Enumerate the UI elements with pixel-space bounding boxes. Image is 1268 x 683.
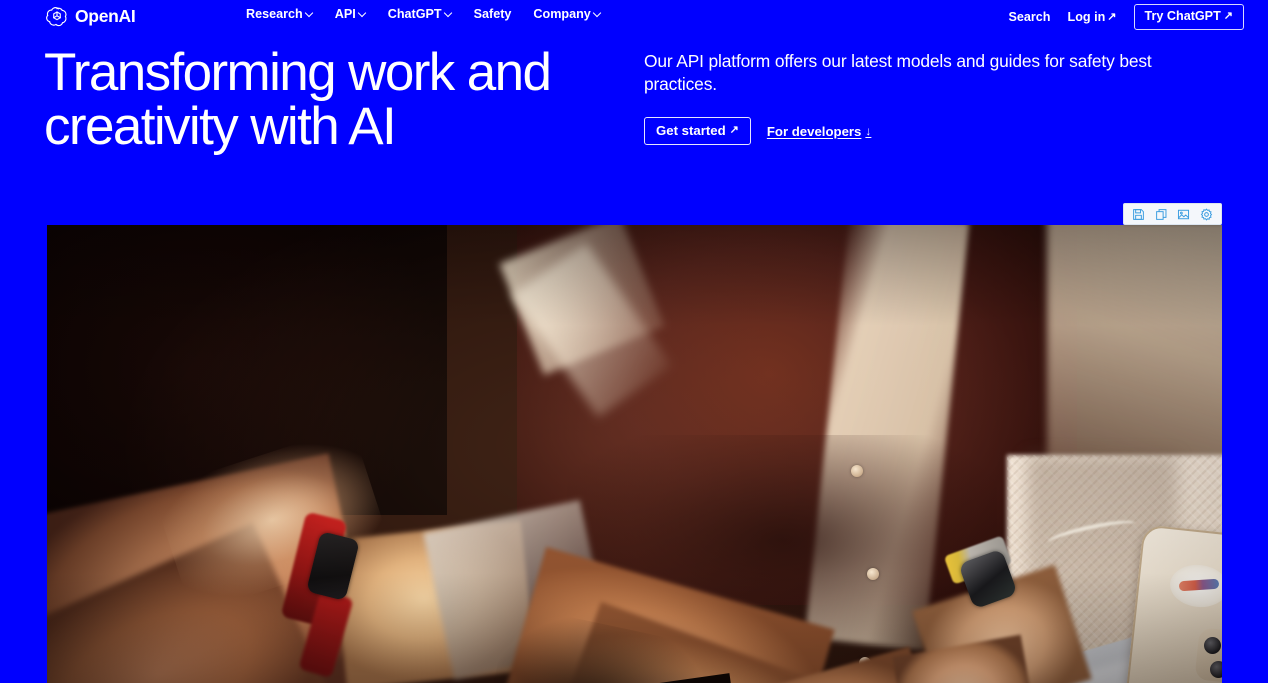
get-started-button[interactable]: Get started ↗	[644, 117, 751, 146]
hero-description-block: Our API platform offers our latest model…	[644, 50, 1224, 146]
for-developers-link[interactable]: For developers ↓	[767, 125, 872, 138]
chevron-down-icon	[306, 10, 313, 17]
nav-item-label: Research	[246, 7, 303, 21]
login-label: Log in	[1067, 9, 1106, 24]
for-developers-label: For developers	[766, 123, 862, 139]
try-chatgpt-label: Try ChatGPT	[1144, 9, 1221, 24]
copy-icon[interactable]	[1152, 205, 1170, 223]
hero-image	[47, 225, 1222, 683]
save-icon[interactable]	[1129, 205, 1147, 223]
get-started-label: Get started	[656, 123, 726, 139]
arrow-up-right-icon: ↗	[729, 124, 739, 137]
hero-action-row: Get started ↗ For developers ↓	[644, 117, 1224, 146]
primary-nav-items: Research API ChatGPT Safety Company	[246, 8, 601, 21]
nav-item-api[interactable]: API	[335, 8, 366, 21]
page-title-line-2: creativity with AI	[44, 97, 397, 157]
page-title-line-1: Transforming work and	[44, 43, 552, 102]
openai-logo-icon	[46, 6, 68, 28]
chevron-down-icon	[594, 10, 601, 17]
hero-image-canvas	[47, 225, 1222, 683]
nav-item-label: Safety	[473, 7, 512, 21]
nav-item-safety[interactable]: Safety	[474, 8, 512, 21]
chevron-down-icon	[445, 10, 452, 17]
openai-landing-page: OpenAI Research API ChatGPT Safety Compa…	[0, 0, 1268, 683]
arrow-up-right-icon: ↗	[1107, 10, 1117, 23]
search-label: Search	[1008, 9, 1051, 24]
arrow-down-icon: ↓	[865, 124, 872, 139]
chevron-down-icon	[359, 10, 366, 17]
utility-nav: Search Log in ↗ Try ChatGPT ↗	[1008, 4, 1244, 30]
arrow-up-right-icon: ↗	[1223, 10, 1233, 22]
settings-gear-icon[interactable]	[1198, 205, 1216, 223]
brand-logo-link[interactable]: OpenAI	[46, 5, 136, 29]
nav-item-label: API	[334, 7, 356, 21]
brand-name-text: OpenAI	[75, 6, 136, 27]
image-icon[interactable]	[1175, 205, 1193, 223]
image-hover-toolbar[interactable]	[1123, 203, 1222, 225]
nav-item-company[interactable]: Company	[533, 8, 600, 21]
nav-item-research[interactable]: Research	[246, 8, 313, 21]
login-link[interactable]: Log in ↗	[1068, 11, 1117, 24]
page-title: Transforming work and creativity with AI	[44, 43, 644, 157]
nav-item-label: Company	[533, 7, 591, 21]
nav-item-label: ChatGPT	[387, 7, 442, 21]
search-button[interactable]: Search	[1008, 11, 1050, 24]
nav-item-chatgpt[interactable]: ChatGPT	[388, 8, 452, 21]
hero-subtitle: Our API platform offers our latest model…	[644, 51, 1152, 95]
try-chatgpt-button[interactable]: Try ChatGPT ↗	[1133, 4, 1244, 30]
top-navigation-bar: OpenAI Research API ChatGPT Safety Compa…	[0, 0, 1268, 34]
